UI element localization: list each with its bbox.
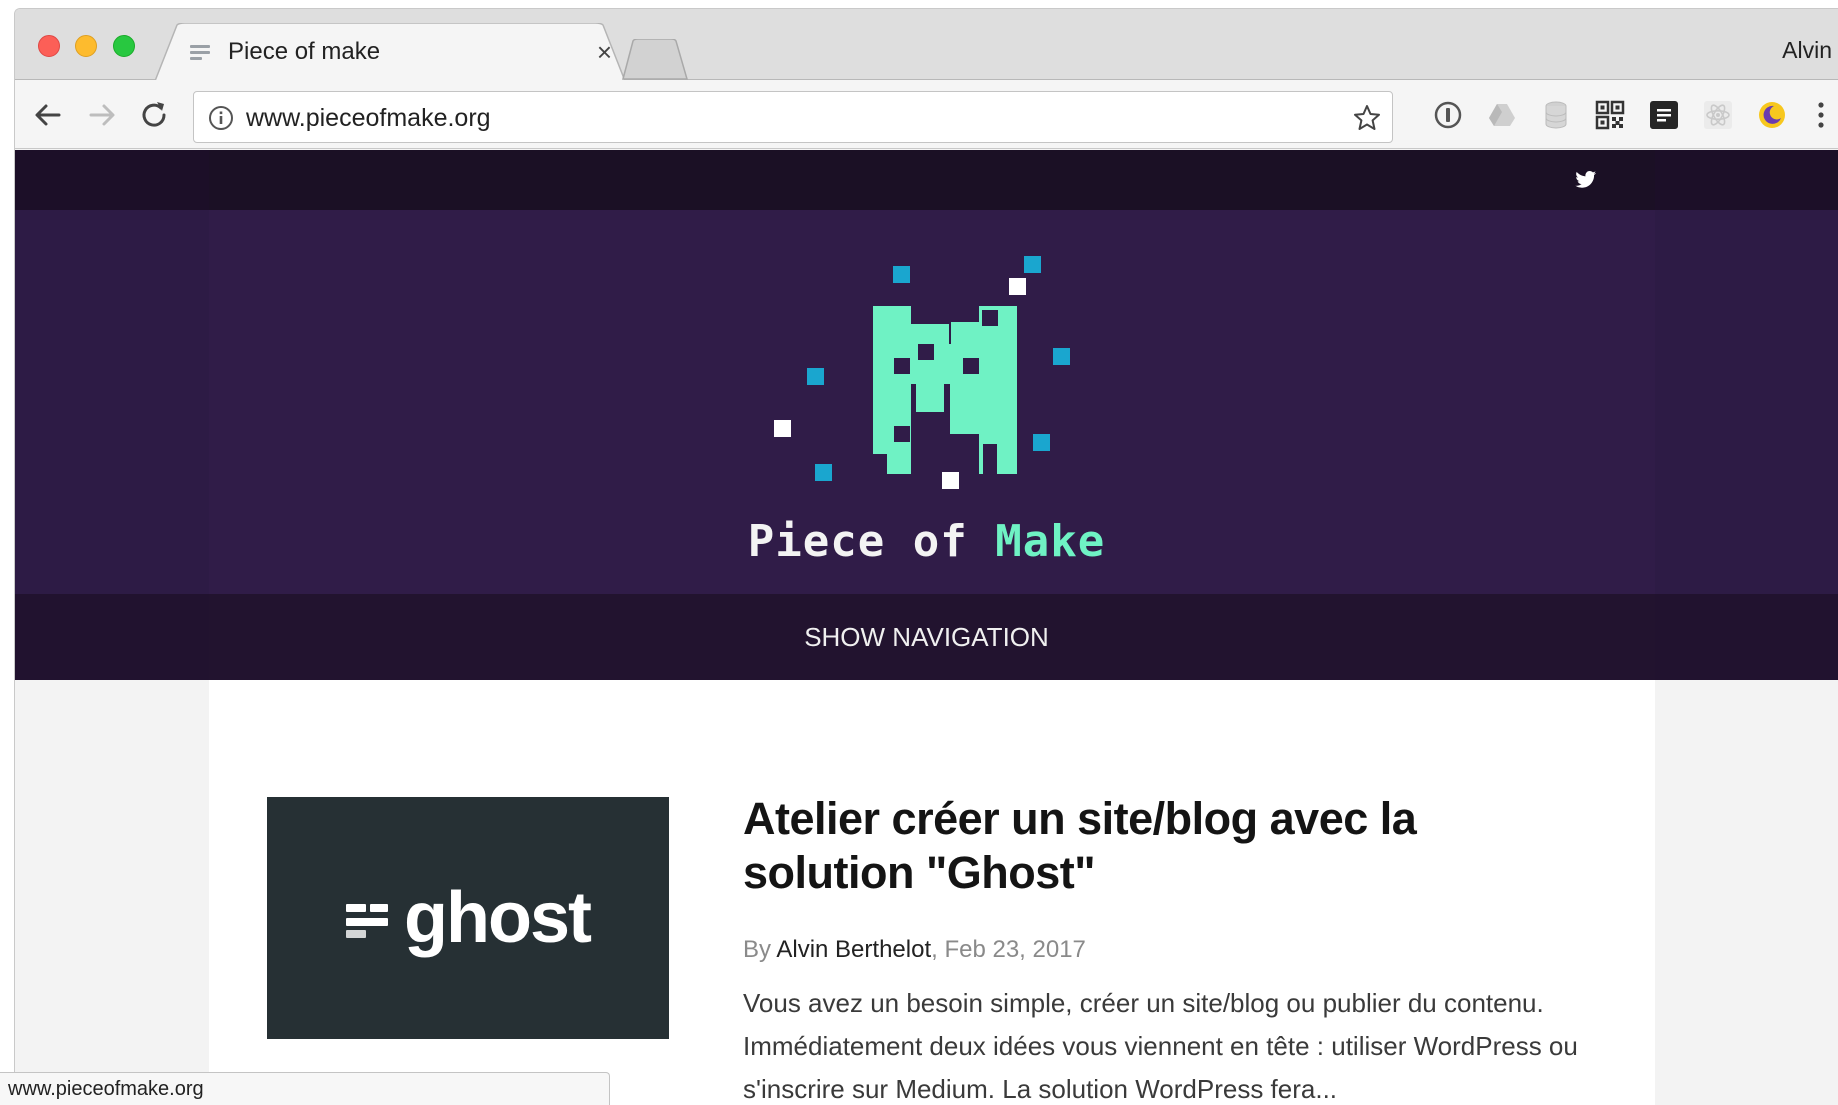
ghost-favicon-icon <box>190 44 210 60</box>
post-meta: By Alvin Berthelot, Feb 23, 2017 <box>743 936 1086 964</box>
reload-icon[interactable] <box>137 98 171 132</box>
post-date: , Feb 23, 2017 <box>931 936 1086 963</box>
site-header: Piece of Make <box>15 210 1838 594</box>
forward-arrow-icon[interactable] <box>85 98 119 132</box>
show-navigation-button[interactable]: SHOW NAVIGATION <box>15 622 1838 653</box>
back-arrow-icon[interactable] <box>31 98 65 132</box>
site-name-part2: Make <box>995 516 1106 567</box>
react-icon[interactable] <box>1703 100 1733 130</box>
night-mode-icon[interactable] <box>1757 100 1787 130</box>
ghost-wordmark: ghost <box>404 878 592 958</box>
tab-strip: Piece of make × Alvin <box>15 9 1838 81</box>
minimize-window-button[interactable] <box>75 35 97 57</box>
twitter-icon[interactable] <box>1575 170 1597 190</box>
tab-close-icon[interactable]: × <box>597 37 612 68</box>
piece-of-make-logo[interactable] <box>770 244 1110 504</box>
maximize-window-button[interactable] <box>113 35 135 57</box>
browser-window: Piece of make × Alvin www.pieceofmake.or… <box>14 8 1838 1105</box>
post-author[interactable]: Alvin Berthelot <box>776 936 931 963</box>
address-bar[interactable]: www.pieceofmake.org <box>193 91 1393 143</box>
active-tab[interactable]: Piece of make × <box>190 35 620 69</box>
post-by-label: By <box>743 936 777 963</box>
site-name-part1: Piece of <box>747 516 996 567</box>
new-tab-button[interactable] <box>619 39 691 81</box>
post-excerpt: Vous avez un besoin simple, créer un sit… <box>743 988 1578 1104</box>
site-name[interactable]: Piece of Make <box>15 516 1838 567</box>
browser-toolbar: www.pieceofmake.org <box>15 80 1838 149</box>
url-text[interactable]: www.pieceofmake.org <box>246 104 491 133</box>
ghost-logo-icon <box>346 900 389 938</box>
onepassword-icon[interactable] <box>1433 100 1463 130</box>
post-thumbnail[interactable]: ghost <box>267 797 669 1039</box>
navigation-bar: SHOW NAVIGATION <box>15 594 1838 680</box>
profile-name[interactable]: Alvin <box>1782 37 1832 64</box>
drive-icon[interactable] <box>1487 100 1517 130</box>
content-column: ghost Atelier créer un site/blog avec la… <box>209 680 1655 1105</box>
info-icon[interactable] <box>208 105 234 131</box>
qr-code-icon[interactable] <box>1595 100 1625 130</box>
reader-icon[interactable] <box>1649 100 1679 130</box>
site-top-bar <box>15 150 1838 210</box>
more-menu-icon[interactable] <box>1816 100 1826 130</box>
post-title[interactable]: Atelier créer un site/blog avec la solut… <box>743 792 1523 900</box>
status-bar: www.pieceofmake.org <box>0 1072 610 1105</box>
tab-title: Piece of make <box>228 38 381 65</box>
database-icon[interactable] <box>1541 100 1571 130</box>
star-icon[interactable] <box>1352 103 1382 133</box>
page-viewport: Piece of Make SHOW NAVIGATION ghost Atel… <box>15 150 1838 1105</box>
close-window-button[interactable] <box>38 35 60 57</box>
